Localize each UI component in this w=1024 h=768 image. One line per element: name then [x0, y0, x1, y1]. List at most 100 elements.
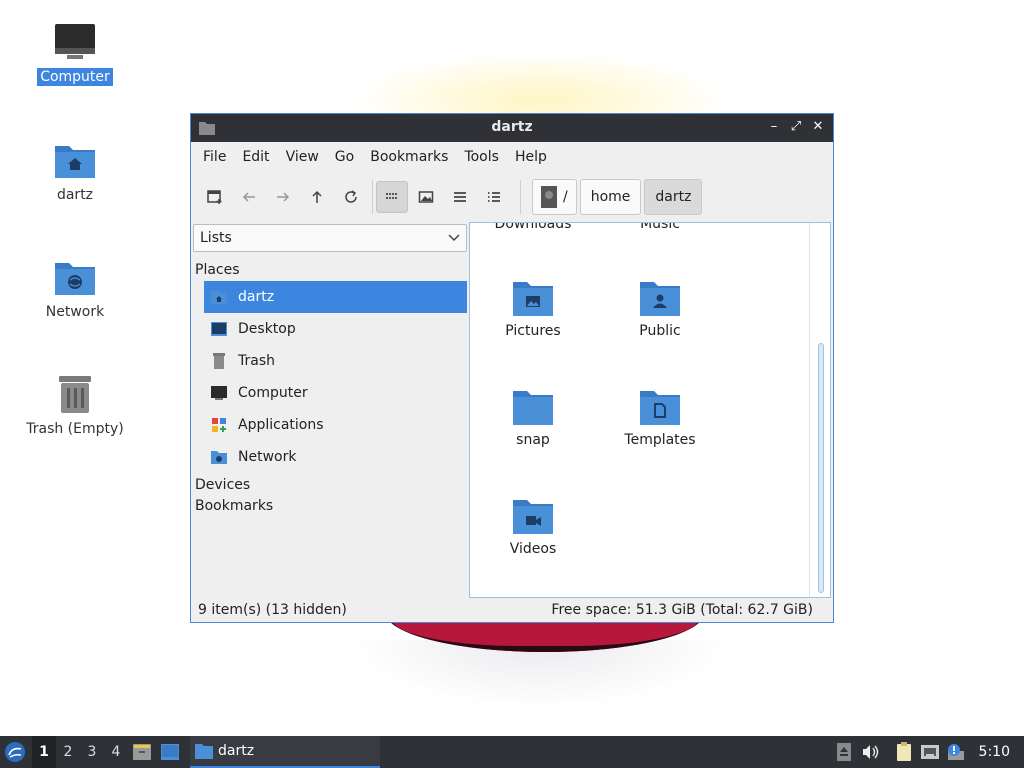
path-root-button[interactable]: /	[532, 179, 577, 215]
desktop-icon	[211, 322, 227, 336]
menu-bookmarks[interactable]: Bookmarks	[362, 149, 456, 165]
home-folder-icon	[55, 146, 95, 178]
network-folder-icon	[55, 263, 95, 295]
place-item-applications[interactable]: Applications	[204, 409, 467, 441]
scrollbar-track	[809, 223, 810, 597]
toolbar-separator	[520, 180, 521, 214]
update-notifier-button[interactable]	[943, 736, 969, 768]
file-item-downloads[interactable]: Downloads	[478, 223, 588, 232]
workspace-2[interactable]: 2	[56, 736, 80, 768]
launcher-file-manager[interactable]	[128, 736, 156, 768]
menu-view[interactable]: View	[278, 149, 327, 165]
icon-view-button[interactable]	[376, 181, 408, 213]
workspace-4[interactable]: 4	[104, 736, 128, 768]
path-segment-current[interactable]: dartz	[644, 179, 703, 215]
new-tab-button[interactable]	[199, 181, 231, 213]
volume-button[interactable]	[857, 736, 883, 768]
workspace-1[interactable]: 1	[32, 736, 56, 768]
update-notifier-icon	[947, 744, 964, 760]
place-item-label: dartz	[238, 289, 275, 305]
place-item-trash[interactable]: Trash	[204, 345, 467, 377]
thumbnail-view-icon	[418, 191, 434, 203]
network-button[interactable]	[917, 736, 943, 768]
desktop-icon-network[interactable]: Network	[20, 257, 130, 321]
file-item-label: snap	[516, 432, 550, 448]
reload-button[interactable]	[335, 181, 367, 213]
file-item-templates[interactable]: Templates	[605, 388, 715, 448]
lubuntu-logo-icon	[5, 742, 25, 762]
window-titlebar[interactable]: dartz – ⤢ ✕	[191, 114, 833, 142]
desktop-icon	[161, 744, 179, 760]
taskbar-task-dartz[interactable]: dartz	[190, 736, 380, 768]
computer-icon	[55, 24, 95, 59]
place-item-dartz[interactable]: dartz	[204, 281, 467, 313]
place-item-desktop[interactable]: Desktop	[204, 313, 467, 345]
thumbnail-view-button[interactable]	[410, 181, 442, 213]
file-manager-icon	[133, 744, 151, 760]
path-segment-home[interactable]: home	[579, 179, 642, 215]
place-item-label: Computer	[238, 385, 308, 401]
place-item-label: Applications	[238, 417, 324, 433]
toolbar-separator	[372, 180, 373, 214]
place-item-label: Trash	[238, 353, 275, 369]
side-pane-mode-select[interactable]: Lists	[193, 224, 467, 252]
compact-view-button[interactable]	[444, 181, 476, 213]
close-button[interactable]: ✕	[809, 118, 827, 136]
back-button[interactable]	[233, 181, 265, 213]
eject-button[interactable]	[831, 736, 857, 768]
desktop-icon-home[interactable]: dartz	[20, 140, 130, 204]
place-item-label: Desktop	[238, 321, 296, 337]
file-item-label: Pictures	[505, 323, 561, 339]
menu-edit[interactable]: Edit	[234, 149, 277, 165]
workspace-3[interactable]: 3	[80, 736, 104, 768]
places-header[interactable]: Places	[193, 262, 467, 278]
chevron-down-icon	[448, 234, 460, 242]
start-menu-button[interactable]	[0, 736, 30, 768]
path-bar: / home dartz	[532, 179, 705, 215]
up-button[interactable]	[301, 181, 333, 213]
taskbar-task-label: dartz	[218, 743, 255, 759]
file-item-public[interactable]: Public	[605, 279, 715, 339]
status-bar: 9 item(s) (13 hidden) Free space: 51.3 G…	[191, 598, 833, 622]
trash-icon	[213, 353, 225, 369]
templates-folder-icon	[640, 391, 680, 425]
reload-icon	[345, 190, 357, 203]
drive-icon	[541, 186, 557, 208]
file-item-snap[interactable]: snap	[478, 388, 588, 448]
file-item-music[interactable]: Music	[605, 223, 715, 232]
devices-header[interactable]: Devices	[193, 477, 467, 493]
detailed-list-button[interactable]	[478, 181, 510, 213]
forward-icon	[277, 192, 290, 202]
side-pane-mode-value: Lists	[200, 230, 232, 246]
pictures-folder-icon	[513, 282, 553, 316]
system-tray: 5:10	[831, 736, 1024, 768]
place-item-network[interactable]: Network	[204, 441, 467, 473]
file-item-pictures[interactable]: Pictures	[478, 279, 588, 339]
file-view[interactable]: Downloads Music Pictures Public snap Tem…	[469, 222, 831, 598]
menu-go[interactable]: Go	[327, 149, 362, 165]
launcher-show-desktop[interactable]	[156, 736, 184, 768]
menu-help[interactable]: Help	[507, 149, 555, 165]
taskbar: 1 2 3 4 dartz 5:10	[0, 736, 1024, 768]
file-item-label: Videos	[509, 541, 557, 557]
path-root-label: /	[563, 189, 568, 205]
back-icon	[242, 192, 255, 202]
place-item-label: Network	[238, 449, 297, 465]
home-folder-icon	[211, 291, 227, 304]
compact-view-icon	[454, 192, 466, 202]
desktop-icon-computer[interactable]: Computer	[20, 22, 130, 86]
bookmarks-header[interactable]: Bookmarks	[193, 498, 467, 514]
place-item-computer[interactable]: Computer	[204, 377, 467, 409]
maximize-button[interactable]: ⤢	[787, 118, 805, 136]
menu-file[interactable]: File	[195, 149, 234, 165]
minimize-button[interactable]: –	[765, 118, 783, 136]
up-icon	[312, 190, 322, 203]
desktop-icon-trash[interactable]: Trash (Empty)	[20, 374, 130, 438]
clipboard-button[interactable]	[891, 736, 917, 768]
vertical-scrollbar[interactable]	[818, 343, 824, 593]
menu-tools[interactable]: Tools	[456, 149, 507, 165]
clock[interactable]: 5:10	[969, 744, 1024, 760]
forward-button[interactable]	[267, 181, 299, 213]
status-free-space: Free space: 51.3 GiB (Total: 62.7 GiB)	[551, 602, 813, 618]
file-item-videos[interactable]: Videos	[478, 497, 588, 557]
